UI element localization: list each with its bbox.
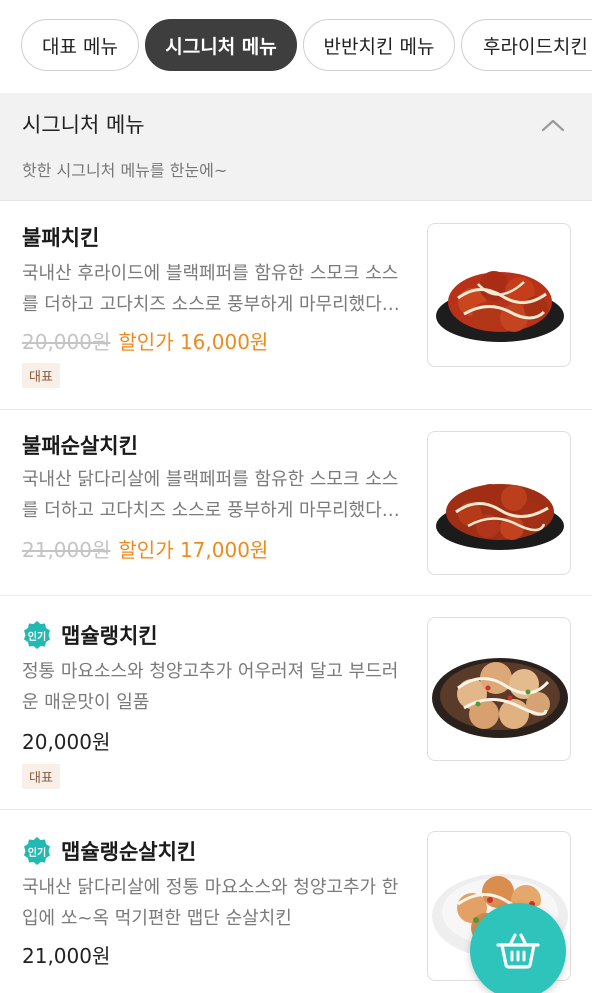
item-name: 맵슐랭치킨 (61, 624, 158, 648)
cart-button[interactable] (470, 903, 566, 993)
section-title: 시그니처 메뉴 (22, 113, 145, 137)
item-name-row: 인기 맵슐랭치킨 (22, 620, 158, 650)
item-price: 21,000원 (22, 944, 111, 968)
tab-half-half-menu[interactable]: 반반치킨 메뉴 (303, 19, 455, 71)
tab-label: 대표 메뉴 (42, 35, 118, 58)
section-subtitle: 핫한 시그니처 메뉴를 한눈에~ (22, 161, 228, 180)
basket-icon (496, 933, 540, 969)
item-description: 국내산 후라이드에 블랙페퍼를 함유한 스모크 소스를 더하고 고다치즈 소스로… (22, 263, 400, 315)
sale-price: 할인가 16,000원 (118, 330, 269, 354)
item-name: 불패순살치킨 (22, 434, 138, 458)
sale-price: 할인가 17,000원 (118, 538, 269, 562)
popular-badge-label: 인기 (27, 631, 47, 643)
menu-item[interactable]: 불패순살치킨 국내산 닭다리살에 블랙페퍼를 함유한 스모크 소스를 더하고 고… (0, 410, 592, 596)
tab-label: 후라이드치킨 (483, 35, 588, 58)
tab-label: 반반치킨 메뉴 (323, 35, 435, 58)
item-price: 20,000원 (22, 730, 111, 754)
tab-signature-menu[interactable]: 시그니처 메뉴 (145, 19, 297, 71)
item-description: 국내산 닭다리살에 블랙페퍼를 함유한 스모크 소스를 더하고 고다치즈 소스로… (22, 469, 400, 521)
menu-item[interactable]: 불패치킨 국내산 후라이드에 블랙페퍼를 함유한 스모크 소스를 더하고 고다치… (0, 202, 592, 410)
representative-tag: 대표 (22, 363, 60, 388)
popular-badge: 인기 (22, 836, 52, 866)
item-name: 맵슐랭순살치킨 (61, 840, 197, 864)
price-row: 21,000원 할인가 17,000원 (22, 534, 268, 563)
popular-badge-label: 인기 (27, 847, 47, 859)
item-name: 불패치킨 (22, 226, 100, 250)
item-description: 정통 마요소스와 청양고추가 어우러져 달고 부드러운 매운맛이 일품 (22, 661, 399, 713)
tab-representative-menu[interactable]: 대표 메뉴 (21, 19, 139, 71)
original-price: 21,000원 (22, 538, 111, 562)
item-image[interactable] (427, 223, 571, 367)
item-name-row: 인기 맵슐랭순살치킨 (22, 836, 196, 866)
chevron-up-icon[interactable] (541, 118, 565, 132)
menu-item[interactable]: 인기 맵슐랭치킨 정통 마요소스와 청양고추가 어우러져 달고 부드러운 매운맛… (0, 596, 592, 810)
tab-label: 시그니처 메뉴 (165, 35, 277, 58)
price-row: 20,000원 할인가 16,000원 (22, 326, 268, 355)
category-tabs: 대표 메뉴 시그니처 메뉴 반반치킨 메뉴 후라이드치킨 (0, 0, 592, 92)
item-description: 국내산 닭다리살에 정통 마요소스와 청양고추가 한입에 쏘~옥 먹기편한 맵단… (22, 877, 399, 929)
representative-tag: 대표 (22, 764, 60, 789)
original-price: 20,000원 (22, 330, 111, 354)
item-image[interactable] (427, 431, 571, 575)
section-header[interactable]: 시그니처 메뉴 핫한 시그니처 메뉴를 한눈에~ (0, 93, 592, 201)
tab-fried-chicken[interactable]: 후라이드치킨 (461, 19, 592, 71)
popular-badge: 인기 (22, 620, 52, 650)
item-image[interactable] (427, 617, 571, 761)
